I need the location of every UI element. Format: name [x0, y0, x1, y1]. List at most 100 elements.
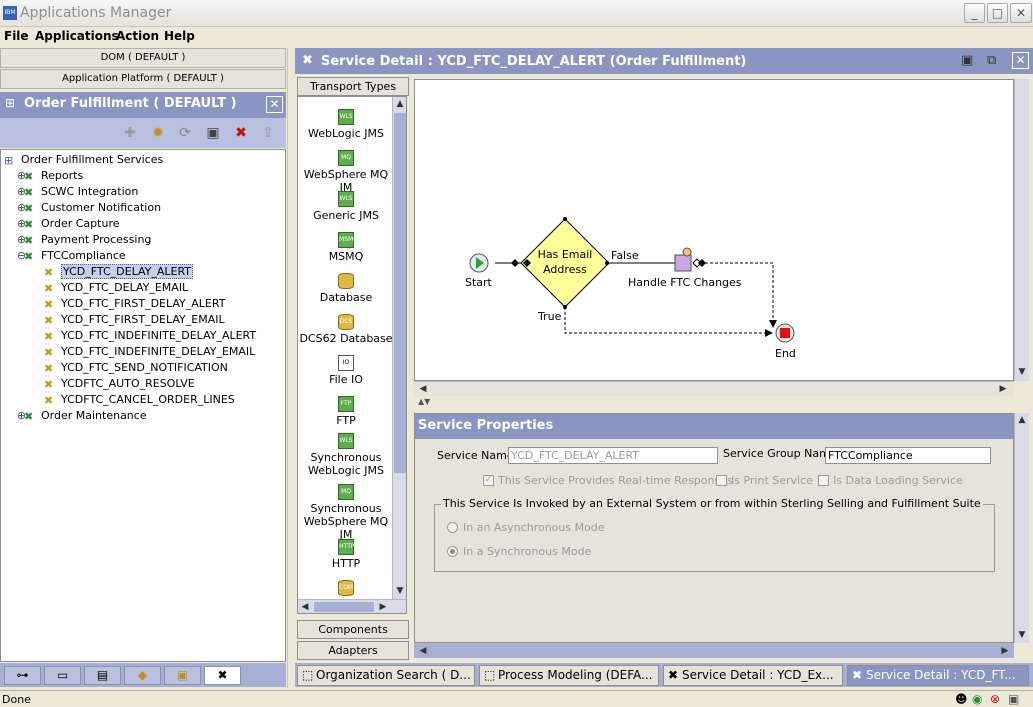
palette-item-weblogic-jms[interactable]: WLS WebLogic JMS	[298, 109, 394, 140]
delete-icon[interactable]: ✖	[232, 124, 250, 142]
service-icon: ✖	[44, 298, 54, 311]
palette-item-msmq[interactable]: MSMQ MSMQ	[298, 232, 394, 263]
tab-document-icon[interactable]: ▤	[84, 666, 121, 685]
palette-item-database[interactable]: Database	[298, 273, 394, 304]
close-icon[interactable]: ✕	[1010, 3, 1032, 23]
save-icon[interactable]: ▣	[961, 53, 977, 69]
tab-tree-icon[interactable]: ⊶	[4, 666, 41, 685]
scroll-down-icon[interactable]: ▼	[1015, 628, 1029, 642]
palette-item-synchronous-websphere-mq[interactable]: MQ Synchronous WebSphere MQ JM	[298, 484, 394, 541]
adapters-button[interactable]: Adapters	[297, 641, 409, 660]
application-platform-bar[interactable]: Application Platform ( DEFAULT )	[0, 69, 286, 89]
service-group-name-label: Service Group Name	[723, 447, 837, 460]
copy-icon[interactable]: ⟳	[176, 124, 194, 142]
export-icon[interactable]: ⇪	[259, 124, 277, 142]
tree-service-item[interactable]: ✖ YCD_FTC_SEND_NOTIFICATION	[44, 360, 228, 376]
palette-scroll-thumb[interactable]	[394, 113, 406, 473]
tree-service-item[interactable]: ✖ YCD_FTC_FIRST_DELAY_EMAIL	[44, 312, 225, 328]
details-icon[interactable]: ✹	[149, 124, 167, 142]
service-name-field[interactable]: YCD_FTC_DELAY_ALERT	[508, 447, 718, 464]
palette-item-http[interactable]: HTTP HTTP	[298, 539, 394, 570]
palette-item-dcs62-database[interactable]: DCS DCS62 Database	[298, 314, 394, 345]
scroll-down-icon[interactable]: ▼	[1015, 365, 1029, 379]
minimize-icon[interactable]: _	[964, 3, 985, 23]
print-service-checkbox[interactable]	[716, 475, 727, 486]
scroll-left-icon[interactable]: ◀	[416, 644, 430, 658]
tree-group-order-maintenance[interactable]: ⊕ ✖ Order Maintenance	[17, 408, 147, 424]
tile-windows-icon[interactable]: ⧉	[987, 53, 1003, 69]
tab-window-icon[interactable]: ▭	[44, 666, 81, 685]
service-group-icon: ✖	[24, 186, 34, 199]
transport-types-button[interactable]: Transport Types	[297, 77, 409, 96]
tree-group-payment-processing[interactable]: ⊕ ✖ Payment Processing	[17, 232, 152, 248]
scroll-up-icon[interactable]: ▲	[393, 97, 406, 111]
tab-services-icon[interactable]: ✖	[204, 666, 241, 685]
palette-scrollbar[interactable]: ▲ ▼	[392, 97, 406, 599]
left-panel-tabs: ⊶ ▭ ▤ ◆ ▣ ✖	[0, 663, 286, 687]
tab-organization-search[interactable]: ⬚ Organization Search ( D...	[297, 665, 475, 686]
scroll-up-icon[interactable]: ▲	[1015, 413, 1029, 427]
tree-group-order-capture[interactable]: ⊕ ✖ Order Capture	[17, 216, 120, 232]
tree-service-item[interactable]: ✖ YCD_FTC_DELAY_ALERT	[44, 264, 194, 280]
tree-service-item[interactable]: ✖ YCDFTC_AUTO_RESOLVE	[44, 376, 195, 392]
service-group-name-field[interactable]: FTCCompliance	[825, 447, 991, 464]
properties-hscrollbar[interactable]: ◀ ▶	[414, 643, 1014, 658]
canvas-vscrollbar[interactable]: ▼	[1014, 79, 1029, 381]
palette-hscroll-thumb[interactable]	[314, 602, 374, 612]
tab-service-detail-ycd-ft[interactable]: ✖ Service Detail : YCD_FT...	[847, 665, 1029, 686]
tree-group-reports[interactable]: ⊕ ✖ Reports	[17, 168, 83, 184]
tree-service-item[interactable]: ✖ YCD_FTC_INDEFINITE_DELAY_ALERT	[44, 328, 256, 344]
process-canvas[interactable]: Start Has Email Address False True Handl…	[414, 79, 1014, 381]
realtime-checkbox[interactable]: ✓	[483, 475, 494, 486]
tree-service-item[interactable]: ✖ YCD_FTC_FIRST_DELAY_ALERT	[44, 296, 225, 312]
tree-group-ftccompliance[interactable]: ⊖ ✖ FTCCompliance	[17, 248, 126, 264]
tree-group-customer-notification[interactable]: ⊕ ✖ Customer Notification	[17, 200, 161, 216]
canvas-divider[interactable]: ▲▼	[414, 397, 1032, 411]
palette-item-com[interactable]: COM	[298, 580, 394, 598]
maximize-icon[interactable]: □	[987, 3, 1008, 23]
menu-file[interactable]: File	[4, 29, 29, 43]
arrowhead-true-end	[765, 329, 773, 337]
palette-hscrollbar[interactable]: ◀ ▶	[298, 599, 406, 613]
scroll-right-icon[interactable]: ▶	[998, 644, 1012, 658]
tree-service-item[interactable]: ✖ YCD_FTC_DELAY_EMAIL	[44, 280, 188, 296]
menu-action[interactable]: Action	[116, 29, 159, 43]
scroll-left-icon[interactable]: ◀	[416, 382, 430, 396]
components-button[interactable]: Components	[297, 620, 409, 639]
data-loading-checkbox[interactable]	[818, 475, 829, 486]
tree-group-scwc-integration[interactable]: ⊕ ✖ SCWC Integration	[17, 184, 138, 200]
tree-root[interactable]: ⊞ Order Fulfillment Services	[4, 152, 163, 168]
palette-item-websphere-mq[interactable]: MQ WebSphere MQ JM	[298, 150, 394, 194]
weblogic-jms-icon: WLS	[338, 109, 354, 125]
canvas-hscrollbar[interactable]: ◀ ▶	[414, 381, 1014, 396]
close-panel-icon[interactable]: ✕	[266, 96, 283, 113]
sync-mode-radio[interactable]	[447, 546, 458, 557]
close-detail-icon[interactable]: ✕	[1012, 52, 1029, 69]
tab-service-detail-ycd-ex[interactable]: ✖ Service Detail : YCD_Ex...	[663, 665, 843, 686]
service-group-icon: ✖	[24, 234, 34, 247]
menu-help[interactable]: Help	[164, 29, 195, 43]
tab-process-modeling[interactable]: ⬚ Process Modeling (DEFA...	[479, 665, 659, 686]
palette-item-file-io[interactable]: IO File IO	[298, 355, 394, 386]
palette-item-generic-jms[interactable]: WLS Generic JMS	[298, 191, 394, 222]
scroll-left-icon[interactable]: ◀	[298, 600, 312, 613]
menu-applications[interactable]: Applications	[35, 29, 119, 43]
dom-bar[interactable]: DOM ( DEFAULT )	[0, 48, 286, 68]
splitter[interactable]	[287, 48, 294, 688]
tab-monitor-icon[interactable]: ▣	[164, 666, 201, 685]
tab-diamond-icon[interactable]: ◆	[124, 666, 161, 685]
palette-item-synchronous-weblogic-jms[interactable]: WLS Synchronous WebLogic JMS	[298, 433, 394, 477]
tree-service-item[interactable]: ✖ YCD_FTC_INDEFINITE_DELAY_EMAIL	[44, 344, 255, 360]
tree-service-item[interactable]: ✖ YCDFTC_CANCEL_ORDER_LINES	[44, 392, 235, 408]
save-icon[interactable]: ▣	[204, 124, 222, 142]
start-label: Start	[465, 276, 492, 289]
service-icon: ✖	[44, 394, 54, 407]
end-label: End	[775, 347, 796, 360]
properties-vscrollbar[interactable]: ▲ ▼	[1014, 413, 1029, 643]
add-icon[interactable]: ✚	[121, 124, 139, 142]
async-mode-radio[interactable]	[447, 522, 458, 533]
palette-item-ftp[interactable]: FTP FTP	[298, 396, 394, 427]
scroll-down-icon[interactable]: ▼	[393, 584, 406, 598]
scroll-right-icon[interactable]: ▶	[996, 382, 1010, 396]
scroll-right-icon[interactable]: ▶	[376, 600, 390, 613]
